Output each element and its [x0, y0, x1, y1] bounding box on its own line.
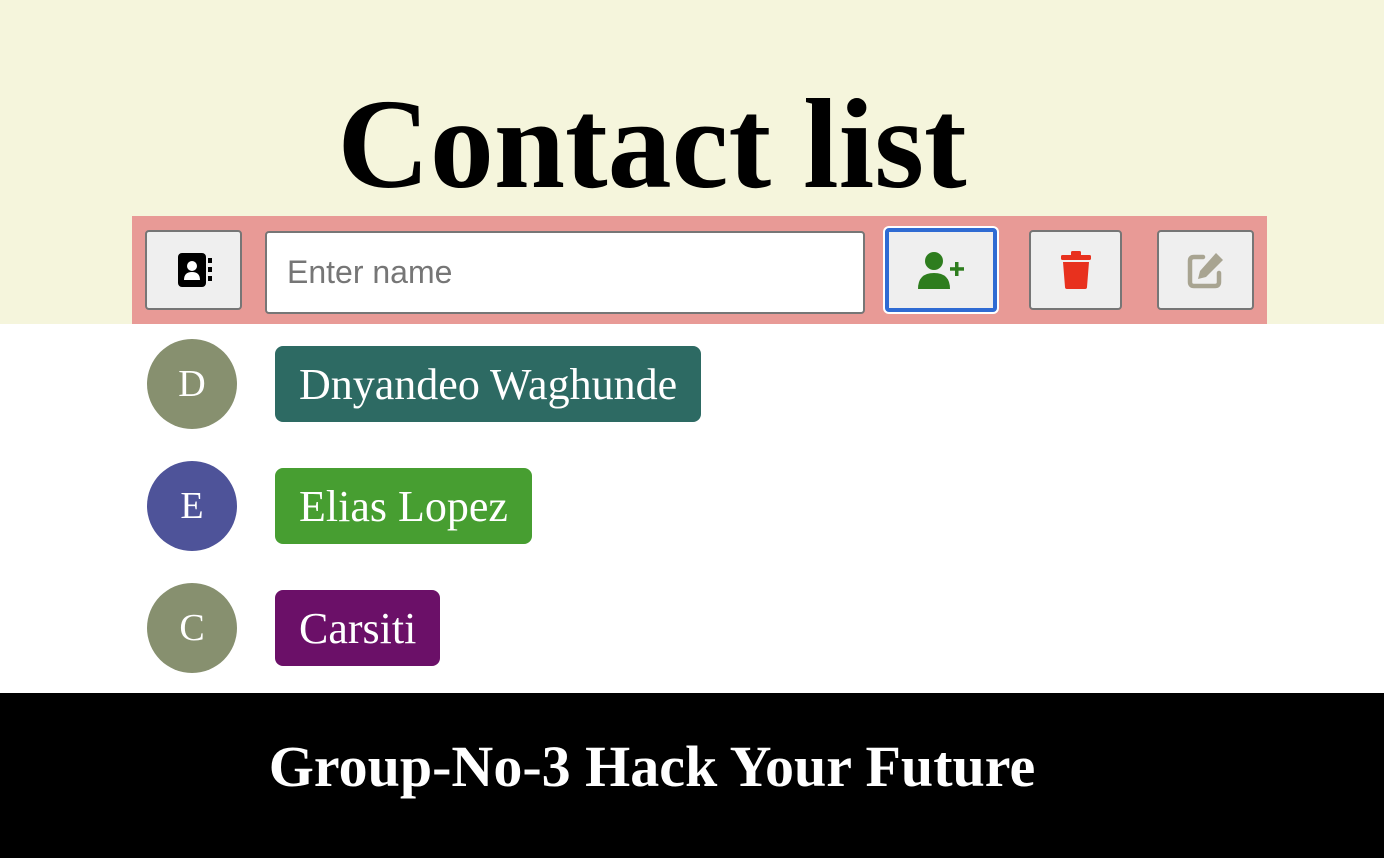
delete-button[interactable]	[1029, 230, 1122, 310]
contact-row: E Elias Lopez	[147, 461, 947, 551]
name-input[interactable]	[265, 231, 865, 314]
address-book-icon	[176, 251, 212, 289]
avatar: D	[147, 339, 237, 429]
contact-row: D Dnyandeo Waghunde	[147, 339, 947, 429]
edit-icon	[1186, 250, 1226, 290]
contacts-button[interactable]	[145, 230, 242, 310]
user-plus-icon	[917, 250, 965, 290]
avatar: E	[147, 461, 237, 551]
page-title: Contact list	[337, 73, 967, 215]
contact-name[interactable]: Elias Lopez	[275, 468, 532, 544]
add-contact-button[interactable]	[885, 228, 997, 312]
avatar: C	[147, 583, 237, 673]
edit-button[interactable]	[1157, 230, 1254, 310]
footer-text: Group-No-3 Hack Your Future	[268, 734, 1036, 799]
contact-name[interactable]: Carsiti	[275, 590, 441, 666]
header: Contact list	[0, 0, 1384, 324]
contact-row: C Carsiti	[147, 583, 947, 673]
trash-icon	[1060, 251, 1092, 289]
contact-name[interactable]: Dnyandeo Waghunde	[275, 346, 702, 422]
footer: Group-No-3 Hack Your Future	[0, 693, 1384, 858]
toolbar	[132, 216, 1267, 324]
